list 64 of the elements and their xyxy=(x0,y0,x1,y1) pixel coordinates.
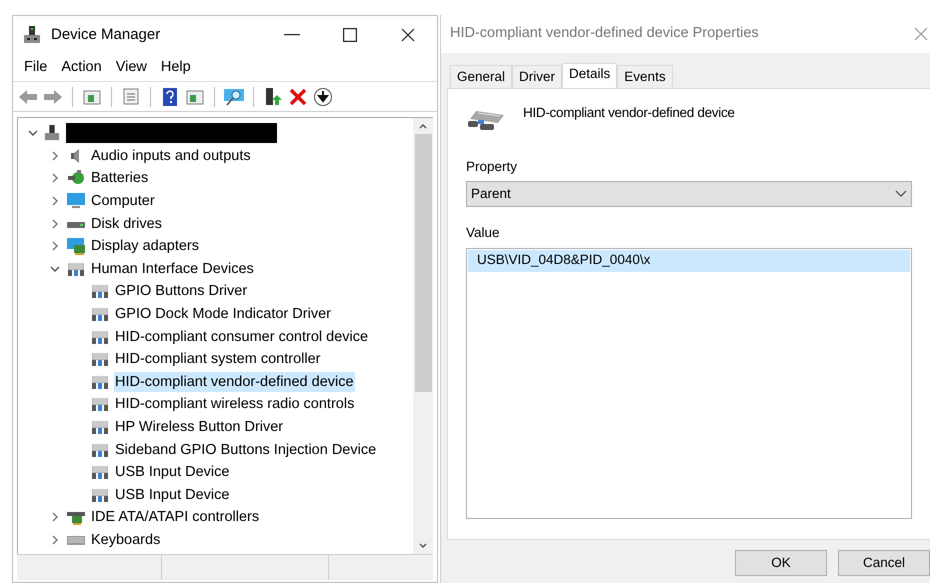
close-icon xyxy=(401,28,415,42)
menu-item[interactable]: View xyxy=(108,56,154,78)
disable-button[interactable] xyxy=(312,86,334,108)
help-icon xyxy=(162,86,178,106)
menu-item[interactable]: File xyxy=(17,56,54,78)
back-arrow-icon xyxy=(18,88,38,104)
property-label: Property xyxy=(466,158,518,176)
display-card-icon xyxy=(66,237,86,256)
tree-item[interactable]: Human Interface Devices xyxy=(90,258,255,279)
value-label: Value xyxy=(466,224,501,242)
computer-tower-icon xyxy=(44,124,60,142)
window-title: Device Manager xyxy=(51,24,160,45)
maximize-icon xyxy=(343,28,357,42)
chevron-down-icon xyxy=(895,190,907,198)
keyboard-mouse-icon xyxy=(90,350,110,368)
dialog-title: HID-compliant vendor-defined device Properties xyxy=(450,24,759,44)
minimize-icon xyxy=(284,34,300,36)
menu-item[interactable]: Action xyxy=(54,56,109,78)
keyboard-mouse-icon xyxy=(90,418,110,436)
keyboard-mouse-icon xyxy=(90,282,110,300)
tree-item[interactable]: HID-compliant system controller xyxy=(114,349,322,370)
device-up-arrow-icon xyxy=(263,86,283,106)
down-arrow-circle-icon xyxy=(313,86,333,106)
tree-item[interactable]: GPIO Buttons Driver xyxy=(114,281,248,302)
forward-arrow-icon xyxy=(43,88,63,104)
tree-item[interactable]: USB Input Device xyxy=(114,484,230,505)
window-panel-icon xyxy=(186,88,204,104)
tree-item[interactable]: HID-compliant vendor-defined device xyxy=(114,372,355,392)
tab[interactable]: Events xyxy=(617,65,673,88)
tab[interactable]: Details xyxy=(562,63,618,89)
tree-item[interactable]: HP Wireless Button Driver xyxy=(114,417,284,438)
ok-button[interactable]: OK xyxy=(735,550,827,576)
keyboard-mouse-icon xyxy=(90,463,110,482)
cross-icon xyxy=(289,88,307,106)
scrollbar[interactable] xyxy=(413,118,433,554)
disk-drive-icon xyxy=(66,220,86,228)
tab[interactable]: General xyxy=(450,65,512,88)
tree-item[interactable]: Computer xyxy=(90,191,156,212)
keyboard-mouse-icon xyxy=(90,395,110,414)
device-name: HID-compliant vendor-defined device xyxy=(523,104,735,122)
cancel-button[interactable]: Cancel xyxy=(838,550,930,576)
tab[interactable]: Driver xyxy=(512,65,562,88)
tree-item[interactable]: Display adapters xyxy=(90,236,200,256)
tree-item[interactable]: HID-compliant consumer control device xyxy=(114,326,370,347)
tree-item[interactable]: Audio inputs and outputs xyxy=(90,146,252,166)
tree-item[interactable]: Disk drives xyxy=(90,214,163,234)
tree-item[interactable]: USB Input Device xyxy=(114,462,230,482)
monitor-magnifier-icon xyxy=(223,86,245,106)
tree-item[interactable]: Batteries xyxy=(90,168,150,188)
close-icon[interactable] xyxy=(914,27,928,41)
keyboard-mouse-icon xyxy=(90,305,110,324)
document-icon xyxy=(122,88,140,106)
window-panel-icon xyxy=(83,88,101,104)
list-item[interactable]: USB\VID_04D8&PID_0040\x xyxy=(468,250,910,272)
property-dropdown[interactable]: Parent xyxy=(466,181,912,208)
tree-item[interactable]: IDE ATA/ATAPI controllers xyxy=(90,507,260,528)
tree-item[interactable]: HID-compliant wireless radio controls xyxy=(114,394,356,414)
tree-item[interactable]: Sideband GPIO Buttons Injection Device xyxy=(114,440,378,460)
scroll-thumb[interactable] xyxy=(414,134,432,392)
menu-item[interactable]: Help xyxy=(154,56,198,78)
tree-item[interactable]: GPIO Dock Mode Indicator Driver xyxy=(114,304,332,324)
computer-tower-icon xyxy=(23,25,41,45)
monitor-icon xyxy=(66,192,86,210)
tree-item[interactable]: Keyboards xyxy=(90,530,162,550)
